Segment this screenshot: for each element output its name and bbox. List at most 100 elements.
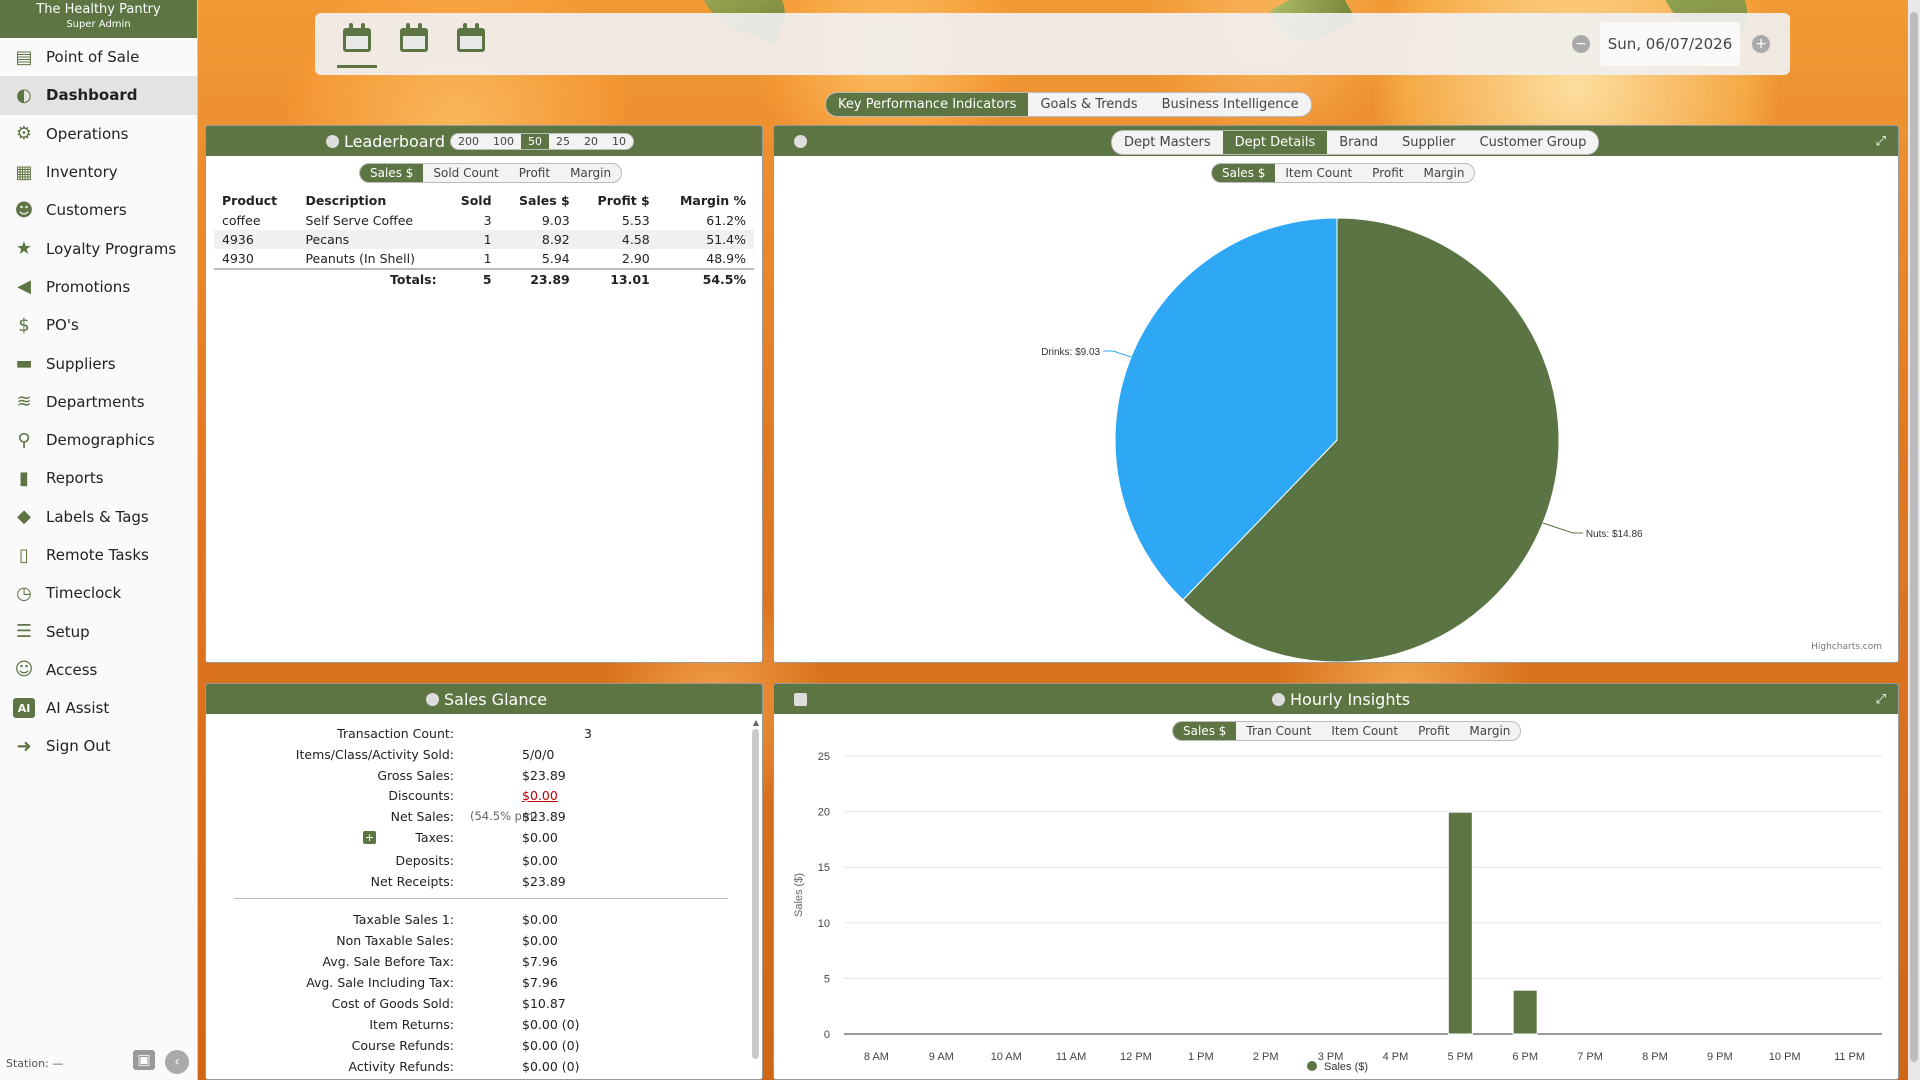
sidebar-item-departments[interactable]: ≋ Departments [0,383,197,421]
limit-50[interactable]: 50 [521,134,549,149]
table-row[interactable]: 4930 Peanuts (In Shell) 1 5.94 2.90 48.9% [214,249,754,269]
glance-value: 5/0/0 [522,747,555,762]
current-date[interactable]: Sun, 06/07/2026 [1600,22,1740,66]
table-row[interactable]: coffee Self Serve Coffee 3 9.03 5.53 61.2% [214,211,754,230]
sidebar-item-setup[interactable]: ☰ Setup [0,612,197,650]
limit-100[interactable]: 100 [486,134,521,149]
bar-chart-icon[interactable] [794,693,807,706]
sidebar-item-po-s[interactable]: $ PO's [0,306,197,344]
sidebar-item-operations[interactable]: ⚙ Operations [0,115,197,153]
sidebar-item-timeclock[interactable]: ◷ Timeclock [0,574,197,612]
x-tick-label: 9 AM [929,1051,954,1063]
glance-row: Non Taxable Sales: $0.00 [206,933,762,951]
collapse-sidebar-icon[interactable]: ‹ [165,1050,189,1074]
expand-icon[interactable]: ⤢ [1876,692,1886,707]
dept-tab-dept-masters[interactable]: Dept Masters [1112,131,1223,154]
bar[interactable] [1447,811,1473,1035]
sales-glance-panel: Sales Glance Transaction Count: 3 Items/Cl… [205,683,763,1080]
previous-date-button[interactable]: − [1572,35,1590,53]
chart-credit: Highcharts.com [1811,642,1882,652]
x-tick-label: 7 PM [1577,1051,1603,1063]
calendar-month-icon[interactable] [343,23,371,53]
tab-goals-trends[interactable]: Goals & Trends [1028,93,1149,116]
purchase-order-icon: $ [18,314,30,336]
glance-value: $10.87 [522,996,566,1011]
page-scrollbar[interactable] [1908,0,1920,1080]
legend-label[interactable]: Sales ($) [1324,1061,1368,1073]
leaderboard-metric-sales[interactable]: Sales $ [360,164,424,182]
sidebar-item-labels-tags[interactable]: ◆ Labels & Tags [0,498,197,536]
totals-cell: 13.01 [577,268,658,289]
column-header[interactable]: Sales $ [500,190,578,211]
leaderboard-metric-profit[interactable]: Profit [509,164,560,182]
register-icon: ▤ [15,46,33,68]
map-pin-icon: ⚲ [17,429,31,451]
sidebar-item-label: Point of Sale [46,48,140,67]
pie-chart-icon[interactable] [794,135,807,148]
calendar-week-icon[interactable] [400,23,428,53]
dept-tab-customer-group[interactable]: Customer Group [1468,131,1599,154]
image-icon[interactable]: ▣ [133,1050,155,1070]
glance-label: Discounts: [388,788,454,803]
leaderboard-metric-sold-count[interactable]: Sold Count [423,164,508,182]
table-cell: 4930 [222,251,254,266]
table-cell: Pecans [297,230,445,249]
leaderboard-panel: Leaderboard 200 100 50 25 20 10 Sales $ Sold C… [205,125,763,663]
sidebar-item-customers[interactable]: ☻ Customers [0,191,197,229]
column-header[interactable]: Margin % [658,190,754,211]
glance-label: Item Returns: [369,1017,454,1032]
hourly-bar-chart: 0 5 10 15 20 25 Sales ($) 8 AM 9 AM 10 AM 11 AM 12 … [793,751,1882,1073]
x-tick-label: 1 PM [1188,1051,1214,1063]
sidebar-item-dashboard[interactable]: ◐ Dashboard [0,76,197,115]
table-row[interactable]: 4936 Pecans 1 8.92 4.58 51.4% [214,230,754,249]
expand-taxes-icon[interactable]: + [363,831,376,844]
glance-value[interactable]: $0.00 [522,788,558,803]
sidebar-item-promotions[interactable]: ◀ Promotions [0,268,197,306]
totals-cell: 54.5% [657,268,754,289]
sidebar-item-ai-assist[interactable]: AI AI Assist [0,689,197,727]
sidebar-item-remote-tasks[interactable]: ▯ Remote Tasks [0,536,197,574]
x-tick-label: 8 PM [1642,1051,1668,1063]
table-cell: 61.2% [706,213,746,228]
column-header[interactable]: Description [297,190,444,211]
expand-icon[interactable]: ⤢ [1876,134,1886,149]
glance-row: Gross Sales: $23.89 [206,768,762,786]
limit-25[interactable]: 25 [549,134,577,149]
gauge-icon: ◐ [16,84,32,106]
legend-marker[interactable] [1307,1061,1317,1071]
sidebar-item-label: Dashboard [46,86,138,105]
dept-tab-supplier[interactable]: Supplier [1390,131,1468,154]
column-header[interactable]: Profit $ [578,190,658,211]
sidebar-item-inventory[interactable]: ▦ Inventory [0,153,197,191]
table-cell: 5.53 [621,213,650,228]
sidebar-item-access[interactable]: ☺ Access [0,651,197,689]
column-header[interactable]: Sold [445,190,500,211]
limit-20[interactable]: 20 [577,134,605,149]
totals-cell: 23.89 [499,268,578,289]
sidebar-item-suppliers[interactable]: ▬ Suppliers [0,344,197,382]
next-date-button[interactable]: + [1752,35,1770,53]
bar[interactable] [1512,989,1538,1035]
x-tick-label: 8 AM [864,1051,889,1063]
tab-key-performance-indicators[interactable]: Key Performance Indicators [826,93,1029,116]
leaderboard-metric-margin[interactable]: Margin [560,164,621,182]
sidebar-item-loyalty-programs[interactable]: ★ Loyalty Programs [0,229,197,267]
y-tick-label: 15 [818,862,830,874]
calendar-day-icon[interactable] [457,23,485,53]
active-range-indicator [337,65,377,68]
date-range-toolbar: − Sun, 06/07/2026 + [315,13,1790,75]
sidebar-item-demographics[interactable]: ⚲ Demographics [0,421,197,459]
limit-200[interactable]: 200 [451,134,486,149]
limit-10[interactable]: 10 [605,134,633,149]
sidebar-item-sign-out[interactable]: ➜ Sign Out [0,727,197,765]
pie-label-drinks: Drinks: $9.03 [1041,347,1100,358]
tab-business-intelligence[interactable]: Business Intelligence [1150,93,1311,116]
pie-connector-line [1103,350,1132,358]
sidebar-item-reports[interactable]: ▮ Reports [0,459,197,497]
glance-scrollbar[interactable]: ▲ [752,718,760,1078]
sidebar-item-point-of-sale[interactable]: ▤ Point of Sale [0,38,197,76]
glance-value: $23.89 [522,809,566,824]
column-header[interactable]: Product [214,190,297,211]
dept-tab-brand[interactable]: Brand [1327,131,1390,154]
dept-tab-dept-details[interactable]: Dept Details [1222,131,1328,154]
